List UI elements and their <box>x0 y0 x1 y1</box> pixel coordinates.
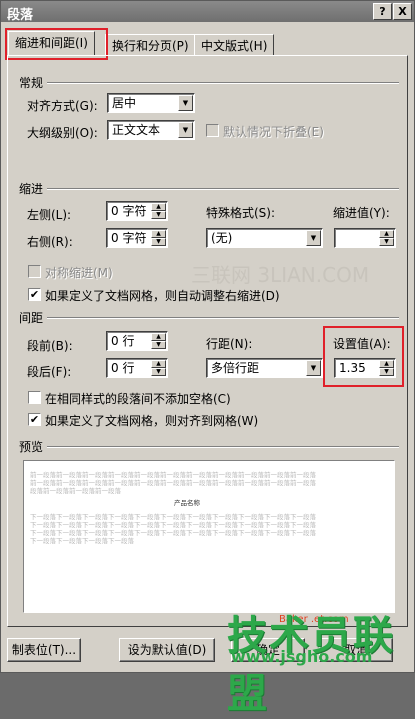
space-after-label: 段后(F): <box>27 365 72 379</box>
tab-asian-typography[interactable]: 中文版式(H) <box>194 34 275 56</box>
left-indent-spinner[interactable]: ▲ ▼ <box>151 203 166 219</box>
spacing-section-title: 间距 <box>19 309 48 326</box>
mirror-indent-label: 对称缩进(M) <box>45 266 113 280</box>
spin-up-icon: ▲ <box>379 230 394 238</box>
left-indent-label: 左侧(L): <box>27 208 72 222</box>
right-indent-label: 右侧(R): <box>27 235 73 249</box>
snap-to-grid-label: 如果定义了文档网格，则对齐到网格(W) <box>45 414 259 428</box>
indent-section-title: 缩进 <box>19 180 48 197</box>
indent-by-input[interactable]: ▲ ▼ <box>334 228 396 248</box>
tab-stops-button[interactable]: 制表位(T)... <box>7 638 81 662</box>
chevron-down-icon[interactable]: ▼ <box>178 122 193 138</box>
chevron-down-icon[interactable]: ▼ <box>306 230 321 246</box>
line-spacing-label: 行距(N): <box>206 337 253 351</box>
help-button[interactable]: ? <box>373 3 392 20</box>
space-after-spinner[interactable]: ▲ ▼ <box>151 360 166 376</box>
no-space-same-style-label: 在相同样式的段落间不添加空格(C) <box>45 392 231 406</box>
spin-up-icon: ▲ <box>151 360 166 368</box>
site-logo-url: www.jsgho.com <box>231 647 373 666</box>
preview-pane: 前一段落前一段落前一段落前一段落前一段落前一段落前一段落前一段落前一段落前一段落… <box>23 460 395 613</box>
outline-level-label: 大纲级别(O): <box>27 126 98 140</box>
alignment-label: 对齐方式(G): <box>27 99 98 113</box>
spin-down-icon: ▼ <box>379 238 394 246</box>
alignment-select[interactable]: 居中 ▼ <box>107 93 195 113</box>
mirror-indent-checkbox[interactable] <box>28 265 41 278</box>
spin-up-icon: ▲ <box>151 333 166 341</box>
preview-separator <box>19 446 399 448</box>
outline-level-select[interactable]: 正文文本 ▼ <box>107 120 195 140</box>
space-before-label: 段前(B): <box>27 339 73 353</box>
close-button[interactable]: X <box>393 3 412 20</box>
tab-line-page-breaks[interactable]: 换行和分页(P) <box>105 34 196 56</box>
right-indent-spinner[interactable]: ▲ ▼ <box>151 230 166 246</box>
spacing-separator <box>19 317 399 319</box>
collapse-checkbox[interactable] <box>206 124 219 137</box>
special-format-select[interactable]: (无) ▼ <box>206 228 323 248</box>
preview-next-line: 下一段落下一段落下一段落下一段落 <box>30 537 134 545</box>
auto-right-indent-checkbox[interactable]: ✔ <box>28 288 41 301</box>
indent-by-label: 缩进值(Y): <box>333 206 390 220</box>
collapse-label: 默认情况下折叠(E) <box>223 125 324 139</box>
spin-down-icon: ▼ <box>151 341 166 349</box>
preview-section-title: 预览 <box>19 438 48 455</box>
preview-prev-line: 段落前一段落前一段落前一段落 <box>30 487 121 495</box>
space-before-input[interactable]: 0 行 ▲ ▼ <box>106 331 168 351</box>
left-indent-input[interactable]: 0 字符 ▲ ▼ <box>106 201 168 221</box>
setting-value-highlight-box <box>323 326 404 387</box>
chevron-down-icon[interactable]: ▼ <box>178 95 193 111</box>
no-space-same-style-checkbox[interactable] <box>28 391 41 404</box>
special-format-label: 特殊格式(S): <box>206 206 276 220</box>
line-spacing-select[interactable]: 多倍行距 ▼ <box>206 358 323 378</box>
title-bar: 段落 ? X <box>1 1 414 23</box>
auto-right-indent-label: 如果定义了文档网格，则自动调整右缩进(D) <box>45 289 280 303</box>
right-indent-input[interactable]: 0 字符 ▲ ▼ <box>106 228 168 248</box>
general-section-title: 常规 <box>19 74 48 91</box>
spin-down-icon: ▼ <box>151 211 166 219</box>
paragraph-dialog: 段落 ? X 缩进和间距(I) 换行和分页(P) 中文版式(H) 常规 对齐方式… <box>0 0 415 717</box>
spin-up-icon: ▲ <box>151 230 166 238</box>
dialog-title: 段落 <box>7 8 34 23</box>
chevron-down-icon[interactable]: ▼ <box>306 360 321 376</box>
preview-sample-text: 产品名称 <box>174 499 200 507</box>
spin-down-icon: ▼ <box>151 238 166 246</box>
indent-by-spinner[interactable]: ▲ ▼ <box>379 230 394 246</box>
indent-separator <box>19 188 399 190</box>
space-after-input[interactable]: 0 行 ▲ ▼ <box>106 358 168 378</box>
space-before-spinner[interactable]: ▲ ▼ <box>151 333 166 349</box>
spin-up-icon: ▲ <box>151 203 166 211</box>
snap-to-grid-checkbox[interactable]: ✔ <box>28 413 41 426</box>
general-separator <box>19 82 399 84</box>
center-watermark: 三联网 3LIAN.COM <box>191 263 370 287</box>
spin-down-icon: ▼ <box>151 368 166 376</box>
set-default-button[interactable]: 设为默认值(D) <box>119 638 215 662</box>
